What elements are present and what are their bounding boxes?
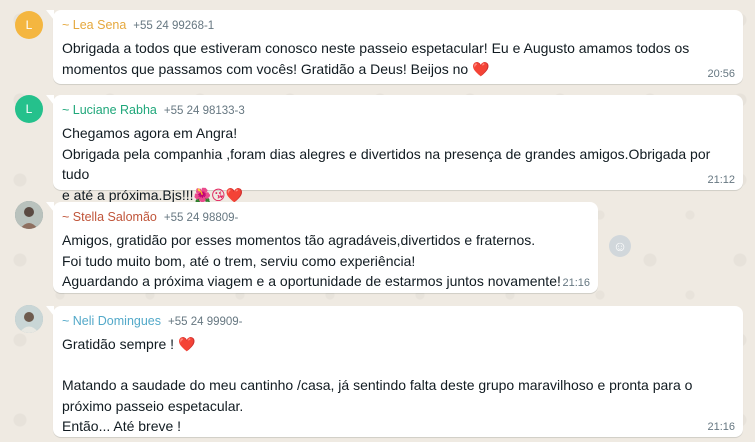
avatar-letter: L [25,102,33,116]
message-bubble[interactable]: ~ Neli Domingues +55 24 99909- Gratidão … [46,306,743,437]
message-line: Então... Até breve ! [62,418,182,434]
heart-emoji-icon: ❤️ [472,60,490,77]
message-header: ~ Neli Domingues +55 24 99909- [62,312,734,331]
sender-phone: +55 24 98809- [163,212,239,224]
avatar[interactable] [15,305,43,333]
message-line: momentos que passamos com vocês! Gratidã… [62,60,473,77]
smiley-icon[interactable]: ☺ [609,235,631,257]
sender-name[interactable]: ~ Stella Salomão [62,208,157,226]
message-line: próximo passeio espetacular. [62,397,244,414]
message-line: Foi tudo muito bom, até o trem, serviu c… [62,252,416,269]
heart-emoji-icon: ❤️ [177,336,196,352]
message-time: 21:12 [707,174,735,186]
message-text: Obrigada a todos que estiveram conosco n… [62,38,734,79]
message-bubble[interactable]: ~ Stella Salomão +55 24 98809- Amigos, g… [46,202,598,293]
message-line: Chegamos agora em Angra! [62,125,238,141]
message-header: ~ Lea Sena +55 24 99268-1 [62,16,734,35]
message-bubble[interactable]: ~ Lea Sena +55 24 99268-1 Obrigada a tod… [46,10,743,84]
message-line: Obrigada a todos que estiveram conosco n… [62,40,690,56]
message-line: e até a próxima.Bjs!!! [62,186,194,203]
message-time: 21:16 [562,277,590,289]
message-line: Obrigada pela companhia ,foram dias aleg… [62,145,715,183]
sender-name[interactable]: ~ Lea Sena [62,16,126,34]
sender-name[interactable]: ~ Luciane Rabha [62,101,157,119]
message-bubble[interactable]: ~ Luciane Rabha +55 24 98133-3 Chegamos … [46,95,743,203]
message-line: Gratidão sempre ! [62,336,178,352]
message-line: Aguardando a próxima viagem e a oportuni… [62,273,561,289]
sender-phone: +55 24 99268-1 [133,20,215,32]
message-header: ~ Luciane Rabha +55 24 98133-3 [62,101,734,120]
message-text: Gratidão sempre ! ❤️ Matando a saudade d… [62,334,734,437]
message-line: Matando a saudade do meu cantinho /casa,… [62,377,693,393]
message-time: 20:56 [707,68,735,80]
message-time: 21:16 [707,421,735,433]
profile-photo-icon [15,201,43,229]
message-text: Amigos, gratidão por esses momentos tão … [62,230,589,292]
profile-photo-icon [15,305,43,333]
message-text: Chegamos agora em Angra! Obrigada pela c… [62,123,734,205]
avatar[interactable]: L [15,95,43,123]
sender-phone: +55 24 99909- [168,316,243,328]
avatar[interactable] [15,201,43,229]
message-line: Amigos, gratidão por esses momentos tão … [62,232,536,248]
sender-name[interactable]: ~ Neli Domingues [62,312,161,330]
avatar[interactable]: L [15,11,43,39]
message-header: ~ Stella Salomão +55 24 98809- [62,208,589,227]
avatar-letter: L [25,18,33,32]
emoji-sequence-icon: 🌺😘❤️ [193,186,243,203]
sender-phone: +55 24 98133-3 [163,105,245,117]
